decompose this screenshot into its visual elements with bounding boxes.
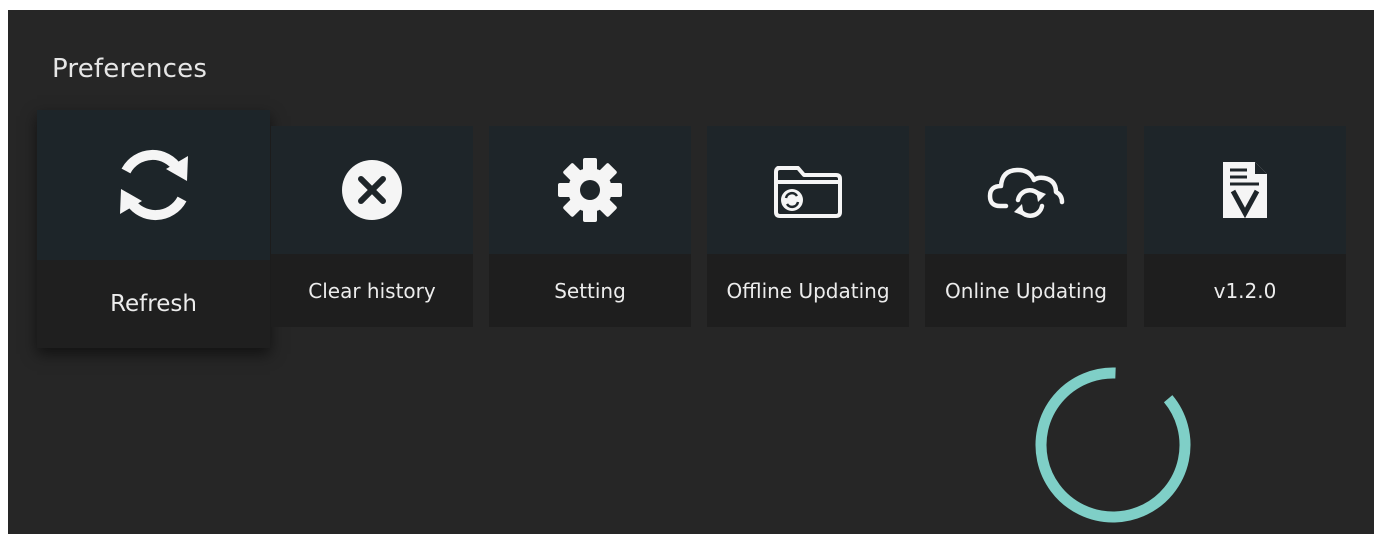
clear-circle-icon (342, 160, 402, 220)
offline-updating-tile-label-area: Offline Updating (707, 254, 909, 327)
setting-tile-label: Setting (554, 278, 626, 303)
offline-updating-tile[interactable]: Offline Updating (707, 126, 909, 327)
refresh-tile-label-area: Refresh (37, 260, 270, 348)
cloud-sync-icon (987, 167, 1065, 218)
preferences-screen: Preferences Refresh Clear history Settin… (8, 10, 1374, 534)
refresh-icon (119, 149, 188, 221)
offline-updating-tile-icon-area (707, 126, 909, 254)
setting-tile-label-area: Setting (489, 254, 691, 327)
gear-icon (558, 158, 622, 222)
clear-history-tile-label-area: Clear history (271, 254, 473, 327)
online-updating-tile-icon-area (925, 126, 1127, 254)
refresh-tile-icon-area (37, 110, 270, 260)
clear-history-tile[interactable]: Clear history (271, 126, 473, 327)
version-document-icon (1223, 162, 1267, 219)
loading-spinner (1035, 367, 1191, 523)
online-updating-tile-label-area: Online Updating (925, 254, 1127, 327)
offline-updating-tile-label: Offline Updating (726, 278, 890, 303)
refresh-tile[interactable]: Refresh (37, 110, 270, 348)
refresh-tile-label: Refresh (110, 291, 197, 317)
setting-tile[interactable]: Setting (489, 126, 691, 327)
page-title: Preferences (52, 54, 208, 84)
online-updating-tile[interactable]: Online Updating (925, 126, 1127, 327)
online-updating-tile-label: Online Updating (945, 278, 1107, 303)
setting-tile-icon-area (489, 126, 691, 254)
version-tile-icon-area (1144, 126, 1346, 254)
version-tile[interactable]: v1.2.0 (1144, 126, 1346, 327)
version-tile-label: v1.2.0 (1213, 278, 1277, 303)
folder-sync-icon (774, 166, 842, 218)
version-tile-label-area: v1.2.0 (1144, 254, 1346, 327)
clear-history-tile-label: Clear history (308, 278, 436, 303)
clear-history-tile-icon-area (271, 126, 473, 254)
